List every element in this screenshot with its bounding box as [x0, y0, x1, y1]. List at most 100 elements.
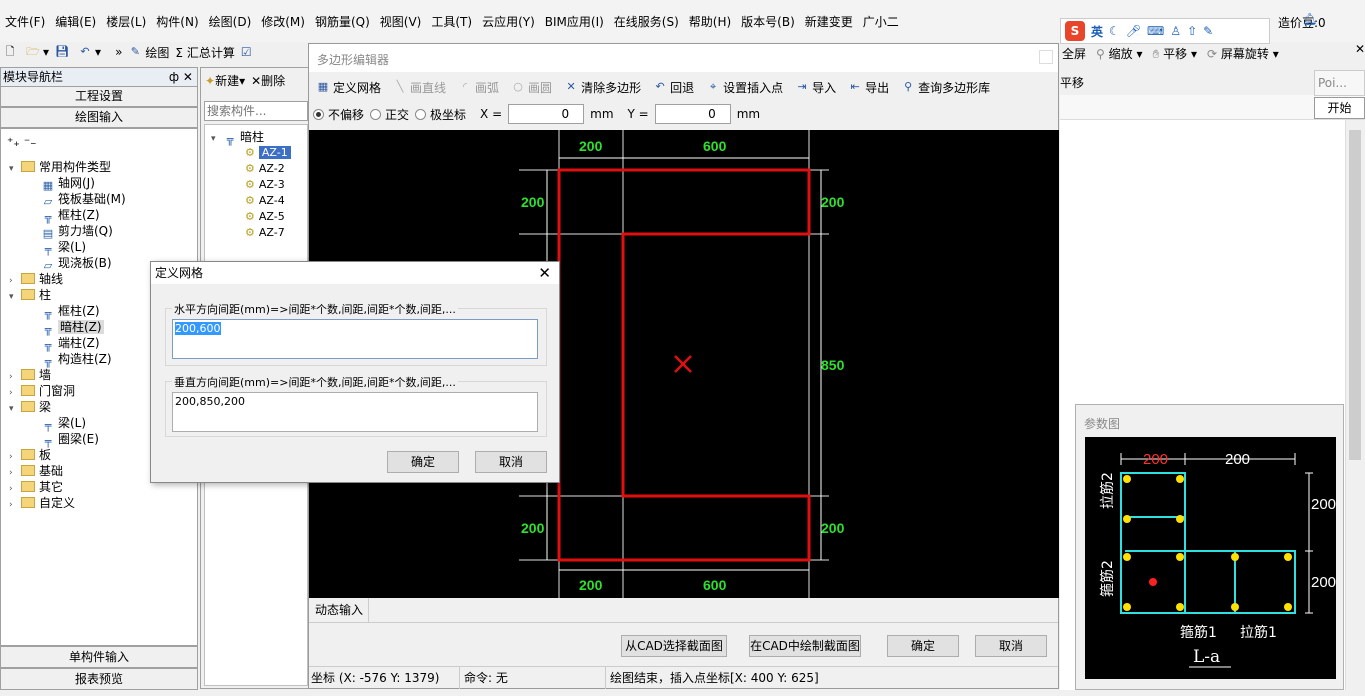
editor-close-icon[interactable]: [1039, 50, 1053, 64]
mode-no-offset[interactable]: 不偏移: [313, 106, 364, 123]
open-button[interactable]: 🗁︎ ▾: [23, 41, 52, 63]
nav-tree-item[interactable]: ▾ 梁: [9, 399, 51, 415]
nav-tree-item[interactable]: ╤ 圈梁(E): [41, 431, 99, 448]
moon-icon[interactable]: ☾: [1109, 24, 1120, 38]
component-item[interactable]: ⚙ AZ-2: [245, 161, 285, 177]
x-input[interactable]: 0: [508, 104, 585, 124]
fullscreen-button[interactable]: 全屏: [1062, 45, 1086, 62]
wrench-icon[interactable]: ✎: [1203, 24, 1213, 38]
menu-item-6[interactable]: 钢筋量(Q): [310, 12, 375, 32]
nav-tree-item[interactable]: ╦ 框柱(Z): [41, 303, 100, 320]
menu-item-7[interactable]: 视图(V): [375, 12, 427, 32]
poi-field[interactable]: Poi...: [1314, 70, 1365, 96]
nav-tree-item[interactable]: ▤ 剪力墙(Q): [41, 223, 113, 240]
dynamic-input-tab[interactable]: 动态输入: [309, 598, 369, 622]
y-input[interactable]: 0: [654, 104, 731, 124]
editor-tool-line[interactable]: ╲ 画直线: [390, 76, 449, 98]
editor-tool-arc[interactable]: ◜ 画弧: [455, 76, 502, 98]
draw-in-cad-button[interactable]: 在CAD中绘制截面图: [749, 635, 861, 657]
grid-dialog-close-icon[interactable]: ✕: [538, 262, 551, 284]
menu-item-12[interactable]: 帮助(H): [684, 12, 736, 32]
expand-collapse-icon[interactable]: ⁺₊ ⁻₋: [7, 135, 37, 149]
nav-tree-item[interactable]: ▱ 筏板基础(M): [41, 191, 126, 208]
nav-tree-item[interactable]: › 墙: [9, 367, 51, 383]
save-button[interactable]: 💾︎: [52, 41, 75, 63]
component-item[interactable]: ⚙ AZ-1: [245, 145, 291, 161]
keyboard-icon[interactable]: ⌨: [1147, 24, 1164, 38]
component-search-input[interactable]: [204, 101, 308, 121]
editor-tool-insert-point[interactable]: ⌖ 设置插入点: [703, 76, 786, 98]
nav-tree-item[interactable]: ▾ 常用构件类型: [9, 159, 111, 175]
menu-item-10[interactable]: BIM应用(I): [540, 12, 609, 32]
component-item[interactable]: ⚙ AZ-5: [245, 209, 285, 225]
component-item[interactable]: ⚙ AZ-4: [245, 193, 285, 209]
h-spacing-input[interactable]: 200,600: [172, 319, 538, 359]
start-button[interactable]: 开始: [1314, 97, 1365, 119]
menu-item-15[interactable]: 广小二: [858, 12, 904, 32]
check-icon[interactable]: ☑: [238, 41, 255, 63]
nav-tree-item[interactable]: ╦ 框柱(Z): [41, 207, 100, 224]
component-item[interactable]: ⚙ AZ-3: [245, 177, 285, 193]
nav-tree-item[interactable]: ╦ 端柱(Z): [41, 335, 100, 352]
more-button[interactable]: »: [112, 41, 125, 63]
nav-tree-item[interactable]: › 轴线: [9, 271, 63, 287]
editor-tool-search[interactable]: ⚲ 查询多边形库: [898, 76, 993, 98]
nav-tree-item[interactable]: ▱ 现浇板(B): [41, 255, 112, 272]
scrollbar-thumb[interactable]: [1349, 130, 1361, 460]
nav-tree-item[interactable]: › 板: [9, 447, 51, 463]
menu-item-8[interactable]: 工具(T): [426, 12, 477, 32]
menu-item-9[interactable]: 云应用(Y): [477, 12, 540, 32]
menu-item-5[interactable]: 修改(M): [256, 12, 310, 32]
editor-tool-grid[interactable]: ▦ 定义网格: [313, 76, 384, 98]
nav-tree-item[interactable]: ╦ 构造柱(Z): [41, 351, 112, 368]
chevron-down-icon[interactable]: ▾: [9, 401, 21, 417]
menu-item-3[interactable]: 构件(N): [151, 12, 203, 32]
v-spacing-input[interactable]: 200,850,200: [172, 392, 538, 432]
pan-button[interactable]: ✋︎ 平移 ▾: [1153, 45, 1198, 62]
draw-input-button[interactable]: 绘图输入: [0, 107, 198, 128]
editor-ok-button[interactable]: 确定: [887, 635, 959, 657]
component-root[interactable]: ▾ ╦ 暗柱: [211, 129, 264, 146]
menu-item-2[interactable]: 楼层(L): [101, 12, 151, 32]
nav-tree-item[interactable]: ╤ 梁(L): [41, 239, 86, 256]
ime-lang-label[interactable]: 英: [1091, 23, 1103, 40]
mode-polar[interactable]: 极坐标: [415, 106, 466, 123]
nav-tree-item[interactable]: ▦ 轴网(J): [41, 175, 95, 192]
rotate-button[interactable]: ⟳ 屏幕旋转 ▾: [1207, 45, 1279, 62]
nav-tree-item[interactable]: ╤ 梁(L): [41, 415, 86, 432]
nav-tree-item[interactable]: › 自定义: [9, 495, 75, 511]
ime-toolbar[interactable]: S 英 ☾ 🎤︎ ⌨ ♙ ⇧ ✎: [1060, 18, 1270, 44]
sum-button[interactable]: Σ 汇总计算: [172, 41, 237, 63]
editor-tool-import[interactable]: ⇥ 导入: [792, 76, 839, 98]
grid-cancel-button[interactable]: 取消: [475, 451, 547, 473]
person-icon[interactable]: ♙: [1170, 24, 1181, 38]
nav-tree-item[interactable]: ╦ 暗柱(Z): [41, 319, 104, 336]
menu-item-4[interactable]: 绘图(D): [204, 12, 257, 32]
chevron-down-icon[interactable]: ▾: [9, 161, 21, 177]
report-preview-button[interactable]: 报表预览: [0, 668, 198, 690]
nav-tree-item[interactable]: › 基础: [9, 463, 63, 479]
vertical-scrollbar[interactable]: [1345, 120, 1365, 690]
editor-cancel-button[interactable]: 取消: [975, 635, 1047, 657]
project-settings-button[interactable]: 工程设置: [0, 86, 198, 107]
component-item[interactable]: ⚙ AZ-7: [245, 225, 285, 241]
delete-component-button[interactable]: ✕删除: [251, 72, 285, 89]
new-file-button[interactable]: 🗋︎: [0, 41, 23, 63]
close-icon[interactable]: ✕: [1355, 42, 1365, 56]
nav-pin-close-icon[interactable]: ф ✕: [169, 68, 193, 86]
menu-item-14[interactable]: 新建变更: [800, 12, 858, 32]
select-from-cad-button[interactable]: 从CAD选择截面图: [621, 635, 727, 657]
editor-tool-clear[interactable]: ✕ 清除多边形: [561, 76, 644, 98]
mode-ortho[interactable]: 正交: [370, 106, 409, 123]
menu-item-0[interactable]: 文件(F): [0, 12, 50, 32]
bell-icon[interactable]: 🔔︎: [1302, 12, 1317, 26]
insert-point-marker[interactable]: [674, 355, 692, 373]
single-component-button[interactable]: 单构件输入: [0, 646, 198, 668]
grid-ok-button[interactable]: 确定: [387, 451, 459, 473]
shirt-icon[interactable]: ⇧: [1187, 24, 1197, 38]
new-component-button[interactable]: ✦新建▾: [205, 72, 245, 89]
nav-tree-item[interactable]: ▾ 柱: [9, 287, 51, 303]
chevron-down-icon[interactable]: ▾: [9, 289, 21, 305]
nav-tree-item[interactable]: › 门窗洞: [9, 383, 75, 399]
editor-tool-circle[interactable]: ○ 画圆: [508, 76, 555, 98]
